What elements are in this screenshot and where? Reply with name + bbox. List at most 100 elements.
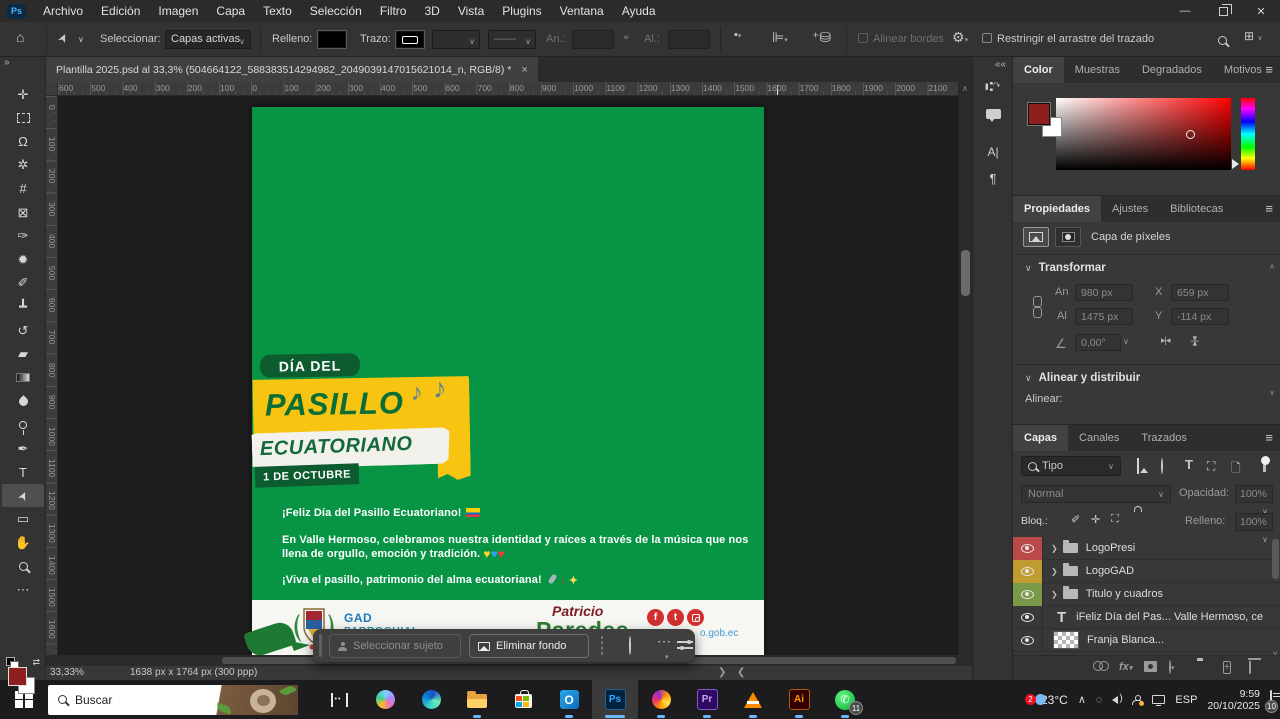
tab-trazados[interactable]: Trazados [1130, 425, 1197, 451]
adjustment-layer-icon[interactable]: ▾ [1169, 661, 1175, 673]
vertical-scrollbar-thumb[interactable] [961, 250, 970, 296]
taskbar-app-illustrator[interactable]: Ai [776, 680, 822, 719]
tray-app-icon[interactable]: ◌ [1096, 694, 1103, 706]
marquee-tool[interactable] [2, 107, 44, 130]
tab-color[interactable]: Color [1013, 57, 1064, 83]
menu-imagen[interactable]: Imagen [149, 4, 207, 18]
panel-menu-icon[interactable]: ≡ [1265, 201, 1273, 216]
swap-colors-icon[interactable]: ⇄ [32, 657, 40, 668]
layer-effects-icon[interactable]: fx▾ [1119, 661, 1132, 673]
document-close-icon[interactable]: × [521, 64, 527, 76]
eyedropper-tool[interactable]: ✑ [2, 225, 44, 248]
menu-ventana[interactable]: Ventana [551, 4, 613, 18]
healing-brush-tool[interactable]: ✹ [2, 248, 44, 271]
layer-row[interactable]: ❯Titulo y cuadros [1013, 583, 1280, 606]
filter-shape-layers-icon[interactable]: ⛶ [1207, 459, 1215, 474]
align-caret-icon[interactable]: ∨ [1269, 388, 1275, 397]
tab-canales[interactable]: Canales [1068, 425, 1130, 451]
lock-paint-icon[interactable]: ✐ [1071, 513, 1080, 526]
menu-plugins[interactable]: Plugins [493, 4, 550, 18]
taskbar-app-whatsapp[interactable]: ✆11 [822, 680, 868, 719]
lasso-tool[interactable]: Ω [2, 130, 44, 153]
document-tab[interactable]: Plantilla 2025.psd al 33,3% (504664122_5… [46, 57, 538, 82]
taskbar-app-firefox[interactable] [638, 680, 684, 719]
taskbar-app-edge[interactable] [408, 680, 454, 719]
adjustments-icon[interactable] [629, 637, 631, 655]
clock[interactable]: 9:5920/10/2025 [1207, 688, 1260, 712]
taskbar-app-task-view[interactable] [316, 680, 362, 719]
mask-icon[interactable] [1055, 227, 1081, 247]
tab-ajustes[interactable]: Ajustes [1101, 196, 1159, 222]
lock-position-icon[interactable]: ✛ [1091, 513, 1100, 526]
taskbar-app-file-explorer[interactable] [454, 680, 500, 719]
transform-section-header[interactable]: ∨Transformar [1025, 262, 1106, 274]
filter-pixel-layers-icon[interactable] [1137, 459, 1139, 473]
fill-swatch[interactable] [318, 31, 346, 48]
foreground-color-swatch[interactable] [8, 667, 27, 686]
character-panel-icon[interactable]: A| [973, 145, 1013, 159]
taskbar-drag-handle[interactable] [319, 634, 322, 657]
vertical-ruler[interactable]: 0100200300400500600700800900100011001200… [46, 96, 58, 655]
blur-tool[interactable] [2, 390, 44, 413]
link-dimensions-icon[interactable] [1032, 296, 1041, 318]
horizontal-ruler[interactable]: 6005004003002001000100200300400500600700… [58, 82, 958, 96]
taskbar-app-photoshop[interactable]: Ps [592, 680, 638, 719]
tab-muestras[interactable]: Muestras [1064, 57, 1131, 83]
remove-background-button[interactable]: Eliminar fondo [469, 634, 589, 658]
panel-menu-icon[interactable]: ≡ [1265, 430, 1273, 445]
tool-preset-caret[interactable]: ∨ [78, 35, 84, 44]
filter-smart-objects-icon[interactable]: 🗋 [1231, 459, 1241, 480]
taskbar-search[interactable]: Buscar [48, 685, 298, 715]
menu-capa[interactable]: Capa [207, 4, 254, 18]
layer-visibility-cell[interactable] [1013, 583, 1043, 606]
clone-stamp-tool[interactable]: ┻ [2, 295, 44, 318]
delete-layer-icon[interactable] [1249, 661, 1251, 673]
new-layer-icon[interactable]: + [1223, 661, 1231, 673]
taskbar-app-outlook[interactable]: O [546, 680, 592, 719]
layer-row[interactable]: ❯LogoGAD [1013, 560, 1280, 583]
taskbar-app-store[interactable] [500, 680, 546, 719]
pen-tool[interactable]: ✒ [2, 437, 44, 460]
expand-panels-icon[interactable]: «« [995, 59, 1006, 70]
brush-tool[interactable]: ✐ [2, 272, 44, 295]
menu-edicion[interactable]: Edición [92, 4, 149, 18]
move-cursor-icon[interactable]: ➤ [58, 29, 68, 45]
align-section-header[interactable]: ∨Alinear y distribuir [1025, 372, 1140, 384]
minimize-button[interactable]: — [1166, 0, 1204, 22]
zoom-level[interactable]: 33,33% [50, 667, 84, 678]
panel-foreground-swatch[interactable] [1028, 103, 1050, 125]
tab-capas[interactable]: Capas [1013, 425, 1068, 451]
object-selection-tool[interactable]: ✲ [2, 154, 44, 177]
home-icon[interactable]: ⌂ [16, 29, 24, 45]
restore-button[interactable] [1204, 0, 1242, 22]
layer-row[interactable]: Franja Blanca... [1013, 629, 1280, 652]
hand-tool[interactable]: ✋ [2, 531, 44, 554]
account-icon[interactable] [1132, 695, 1142, 705]
eraser-tool[interactable]: ▰ [2, 343, 44, 366]
canvas-viewport[interactable]: DÍA DEL PASILLO ♪ ♪ ECUATORIANO 1 DE OCT… [58, 96, 958, 655]
scroll-up-icon[interactable]: ∧ [962, 84, 968, 93]
close-button[interactable]: ✕ [1242, 0, 1280, 22]
dodge-tool[interactable] [2, 413, 44, 436]
rectangle-tool[interactable]: ▭ [2, 508, 44, 531]
tab-motivos[interactable]: Motivos [1213, 57, 1273, 83]
add-mask-icon[interactable] [1144, 661, 1157, 672]
expand-group-icon[interactable]: ❯ [1051, 544, 1058, 553]
history-brush-tool[interactable]: ↺ [2, 319, 44, 342]
menu-seleccion[interactable]: Selección [301, 4, 371, 18]
pixel-layer-icon[interactable] [1023, 227, 1049, 247]
comments-panel-icon[interactable] [973, 107, 1013, 122]
search-highlight-image[interactable] [210, 685, 298, 715]
menu-texto[interactable]: Texto [254, 4, 301, 18]
stroke-swatch[interactable] [396, 31, 424, 48]
workspace-switcher-icon[interactable]: ⊞ ∨ [1244, 29, 1263, 43]
gradient-tool[interactable] [2, 366, 44, 389]
taskbar-app-copilot[interactable] [362, 680, 408, 719]
default-colors-icon[interactable] [6, 657, 15, 666]
network-display-icon[interactable] [1152, 695, 1165, 704]
layer-visibility-cell[interactable] [1013, 629, 1043, 652]
layer-row[interactable]: ❯LogoPresi [1013, 537, 1280, 560]
layer-list-scrollbar[interactable] [1272, 539, 1279, 579]
menu-archivo[interactable]: Archivo [34, 4, 92, 18]
filter-toggle[interactable] [1261, 456, 1270, 472]
